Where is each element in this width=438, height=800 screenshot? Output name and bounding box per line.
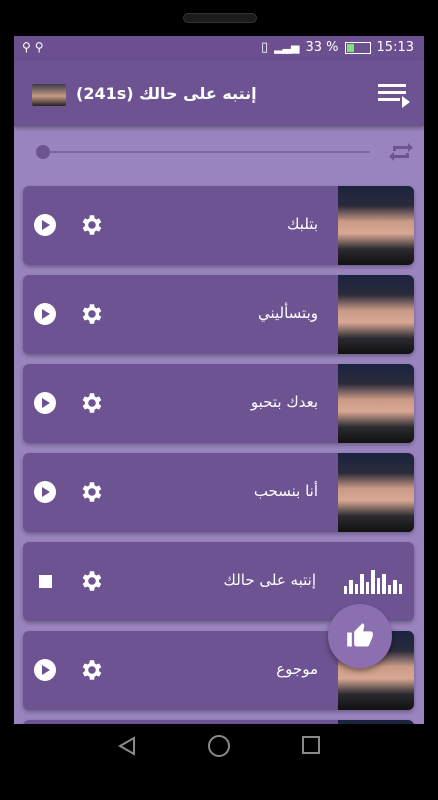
page-title: إنتبه على حالك (241s) — [76, 84, 257, 103]
playlist-icon[interactable] — [378, 82, 410, 108]
song-title: بتلبك — [287, 215, 318, 233]
app-bar: إنتبه على حالك (241s) — [14, 60, 424, 126]
song-thumbnail — [338, 364, 414, 443]
song-card[interactable]: بتلبك — [23, 186, 414, 265]
speaker-grille — [183, 13, 257, 23]
signal-icon: ▂▃▅ — [274, 41, 300, 54]
song-title: أنا بنسحب — [253, 482, 318, 500]
song-card[interactable]: وبتسأليني — [23, 275, 414, 354]
song-card[interactable]: بعدك بتحبو — [23, 364, 414, 443]
gear-icon[interactable] — [78, 301, 104, 327]
seek-bar[interactable] — [44, 151, 370, 153]
home-icon[interactable] — [208, 735, 230, 757]
repeat-icon[interactable] — [388, 139, 414, 165]
equalizer-icon — [344, 570, 402, 594]
song-title: إنتبه على حالك — [223, 571, 316, 589]
device-top-bezel — [0, 0, 438, 36]
play-button[interactable] — [34, 481, 56, 503]
recent-apps-icon[interactable] — [302, 736, 320, 754]
like-button[interactable] — [328, 604, 392, 668]
gear-icon[interactable] — [78, 390, 104, 416]
system-nav-bar — [0, 724, 438, 800]
play-button[interactable] — [34, 214, 56, 236]
status-bar: ⚲⚲ ▯ ▂▃▅ 33 % 15:13 — [14, 36, 424, 60]
usb-icon: ⚲⚲ — [22, 40, 48, 54]
seek-thumb[interactable] — [36, 145, 50, 159]
seek-row — [14, 126, 424, 180]
status-right: ▯ ▂▃▅ 33 % 15:13 — [261, 40, 414, 55]
thumbs-up-icon — [347, 623, 373, 647]
vibrate-icon: ▯ — [260, 40, 269, 55]
battery-percent: 33 % — [305, 40, 339, 55]
play-button[interactable] — [34, 303, 56, 325]
song-thumbnail — [338, 275, 414, 354]
play-button[interactable] — [34, 659, 56, 681]
song-title: موجوع — [276, 660, 318, 678]
gear-icon[interactable] — [78, 479, 104, 505]
battery-icon — [344, 41, 371, 54]
clock: 15:13 — [376, 40, 414, 55]
song-title: بعدك بتحبو — [250, 393, 318, 411]
song-thumbnail — [338, 186, 414, 265]
gear-icon[interactable] — [78, 212, 104, 238]
gear-icon[interactable] — [78, 568, 104, 594]
stop-button[interactable] — [39, 575, 52, 588]
song-title: وبتسأليني — [257, 304, 318, 322]
back-icon[interactable] — [118, 736, 136, 756]
play-button[interactable] — [34, 392, 56, 414]
gear-icon[interactable] — [78, 657, 104, 683]
artist-avatar — [32, 84, 66, 106]
song-card[interactable]: أنا بنسحب — [23, 453, 414, 532]
song-thumbnail — [338, 453, 414, 532]
